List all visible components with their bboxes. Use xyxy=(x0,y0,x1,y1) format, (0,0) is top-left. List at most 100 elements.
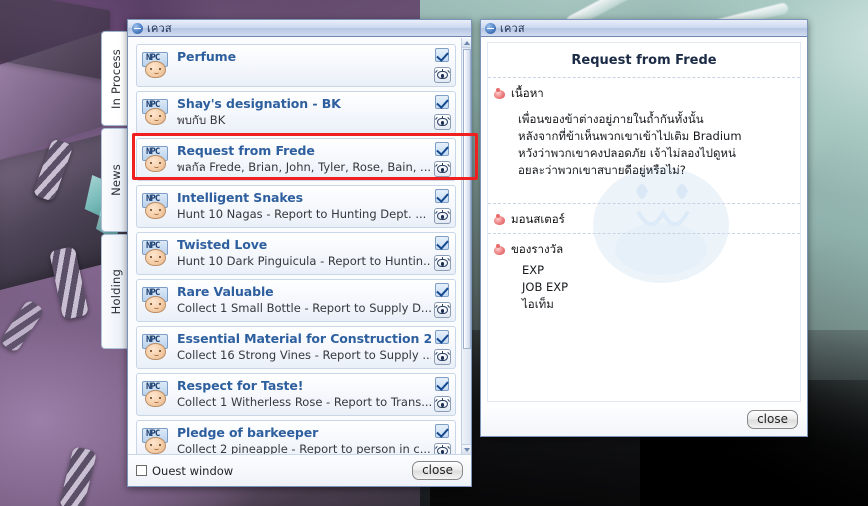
quest-list-titlebar[interactable]: เควส xyxy=(128,20,471,37)
npc-head-icon: NPC xyxy=(140,333,170,363)
tab-in-process[interactable]: In Process xyxy=(101,31,130,126)
quest-detail-close-button[interactable]: close xyxy=(747,409,798,429)
eye-icon[interactable] xyxy=(433,349,451,365)
quest-item-title: Request from Frede xyxy=(177,143,315,158)
quest-list-item[interactable]: NPC Request from Frede พลกัล Frede, Brian,… xyxy=(136,138,456,181)
quest-detail-titlebar[interactable]: เควส xyxy=(481,20,807,37)
npc-head-icon: NPC xyxy=(140,98,170,128)
eye-icon[interactable] xyxy=(433,396,451,412)
eye-icon[interactable] xyxy=(433,208,451,224)
tab-news[interactable]: News xyxy=(101,128,129,232)
quest-item-description: Collect 2 pineapple - Report to person i… xyxy=(177,442,431,454)
section-rewards: ของรางวัล EXP JOB EXP ไอเท็ม xyxy=(488,234,800,321)
section-content-label: เนื้อหา xyxy=(511,86,544,100)
npc-head-icon: NPC xyxy=(140,427,170,455)
scrollbar-thumb[interactable] xyxy=(463,49,471,349)
quest-list-item[interactable]: NPC Essential Material for Construction 2… xyxy=(136,326,456,369)
quest-item-description: Collect 1 Witherless Rose - Report to Tr… xyxy=(177,395,431,409)
quest-item-title: Perfume xyxy=(177,49,236,64)
checkbox-checked-icon[interactable] xyxy=(435,142,449,156)
content-line: หลังจากที่ข้าเห็นพวกเขาเข้าไปเติม Bradiu… xyxy=(518,129,742,143)
quest-item-controls xyxy=(431,282,453,319)
section-monster: มอนสเตอร์ xyxy=(488,204,800,233)
game-screen: In Process News Holding เควส NPC Perfume N… xyxy=(0,0,868,506)
minimize-circle-icon[interactable] xyxy=(132,22,143,34)
scroll-up-arrow-icon[interactable] xyxy=(462,38,471,48)
quest-item-controls xyxy=(431,188,453,225)
quest-list-item[interactable]: NPC Pledge of barkeeper Collect 2 pineappl… xyxy=(136,420,456,454)
quest-item-controls xyxy=(431,47,453,84)
quest-item-description: Hunt 10 Nagas - Report to Hunting Dept. … xyxy=(177,207,427,221)
quest-item-description: Collect 16 Strong Vines - Report to Supp… xyxy=(177,348,431,362)
tab-in-process-label: In Process xyxy=(109,48,123,109)
tab-holding-label: Holding xyxy=(108,268,123,315)
quest-list-title: เควส xyxy=(147,22,172,35)
checkbox-checked-icon[interactable] xyxy=(435,95,449,109)
eye-icon[interactable] xyxy=(433,443,451,454)
quest-item-title: Shay's designation - BK xyxy=(177,96,341,111)
quest-item-texts: Essential Material for Construction 2 Col… xyxy=(177,329,431,366)
quest-item-controls xyxy=(431,423,453,454)
npc-head-icon: NPC xyxy=(140,286,170,316)
poring-bullet-icon xyxy=(494,87,505,99)
npc-head-icon: NPC xyxy=(140,380,170,410)
quest-item-texts: Request from Frede พลกัล Frede, Brian, Jo… xyxy=(177,141,431,178)
quest-item-title: Respect for Taste! xyxy=(177,378,304,393)
quest-window-checkbox-label: Ouest window xyxy=(152,463,234,478)
tab-holding[interactable]: Holding xyxy=(101,234,129,349)
quest-list-item[interactable]: NPC Intelligent Snakes Hunt 10 Nagas - Rep… xyxy=(136,185,456,228)
reward-list: EXP JOB EXP ไอเท็ม xyxy=(494,259,800,317)
quest-list-item[interactable]: NPC Respect for Taste! Collect 1 Witherles… xyxy=(136,373,456,416)
quest-list-body: NPC Perfume NPC Shay's designation - BK พบกั… xyxy=(128,38,471,454)
content-line: เพื่อนของข้าต่างอยู่ภายในถ้ำกันทั้งนั้น xyxy=(518,112,704,126)
quest-item-controls xyxy=(431,235,453,272)
quest-window-checkbox[interactable]: Ouest window xyxy=(136,464,233,478)
eye-icon[interactable] xyxy=(433,161,451,177)
quest-list-window: เควส NPC Perfume NPC Shay's designation - B… xyxy=(127,19,472,487)
checkbox-checked-icon[interactable] xyxy=(435,236,449,250)
quest-list-close-button[interactable]: close xyxy=(412,461,463,480)
quest-item-title: Twisted Love xyxy=(177,237,268,252)
quest-item-title: Intelligent Snakes xyxy=(177,190,303,205)
quest-detail-footer: close xyxy=(481,402,807,436)
scroll-down-arrow-icon[interactable] xyxy=(462,444,471,454)
section-content: เนื้อหา เพื่อนของข้าต่างอยู่ภายในถ้ำกันท… xyxy=(488,78,800,189)
quest-list-item[interactable]: NPC Perfume xyxy=(136,44,456,87)
eye-icon[interactable] xyxy=(433,114,451,130)
quest-category-tabs: In Process News Holding xyxy=(101,31,130,351)
checkbox-checked-icon[interactable] xyxy=(435,377,449,391)
quest-item-texts: Respect for Taste! Collect 1 Witherless R… xyxy=(177,376,431,413)
quest-list-scrollbar[interactable] xyxy=(461,38,471,454)
checkbox-checked-icon[interactable] xyxy=(435,283,449,297)
quest-list-item[interactable]: NPC Rare Valuable Collect 1 Small Bottle -… xyxy=(136,279,456,322)
quest-item-title: Essential Material for Construction 2 xyxy=(177,331,431,346)
poring-bullet-icon xyxy=(494,213,505,225)
minimize-circle-icon[interactable] xyxy=(485,22,496,34)
quest-list-footer: Ouest window close xyxy=(128,454,471,486)
checkbox-checked-icon[interactable] xyxy=(435,424,449,438)
npc-head-icon: NPC xyxy=(140,192,170,222)
eye-icon[interactable] xyxy=(433,67,451,83)
eye-icon[interactable] xyxy=(433,302,451,318)
quest-list-item[interactable]: NPC Shay's designation - BK พบกับ BK xyxy=(136,91,456,134)
checkbox-unchecked-icon[interactable] xyxy=(136,465,147,476)
npc-head-icon: NPC xyxy=(140,239,170,269)
section-rewards-label: ของรางวัล xyxy=(511,242,564,256)
reward-item: JOB EXP xyxy=(522,280,569,294)
quest-detail-inner: Request from Frede เนื้อหา เพื่อนของข้าต… xyxy=(487,42,801,402)
quest-item-description: พบกับ BK xyxy=(177,113,226,127)
section-content-lines: เพื่อนของข้าต่างอยู่ภายในถ้ำกันทั้งนั้น … xyxy=(494,103,800,185)
checkbox-checked-icon[interactable] xyxy=(435,48,449,62)
checkbox-checked-icon[interactable] xyxy=(435,330,449,344)
quest-item-controls xyxy=(431,329,453,366)
quest-detail-window: เควส Request from Frede เนื้อหา เพื่อนขอ… xyxy=(480,19,808,437)
poring-bullet-icon xyxy=(494,243,505,255)
quest-list-item[interactable]: NPC Twisted Love Hunt 10 Dark Pinguicula -… xyxy=(136,232,456,275)
checkbox-checked-icon[interactable] xyxy=(435,189,449,203)
quest-detail-title: เควส xyxy=(500,22,525,35)
eye-icon[interactable] xyxy=(433,255,451,271)
quest-item-texts: Twisted Love Hunt 10 Dark Pinguicula - Re… xyxy=(177,235,431,272)
quest-item-description: Collect 1 Small Bottle - Report to Suppl… xyxy=(177,301,431,315)
quest-item-texts: Rare Valuable Collect 1 Small Bottle - Re… xyxy=(177,282,431,319)
